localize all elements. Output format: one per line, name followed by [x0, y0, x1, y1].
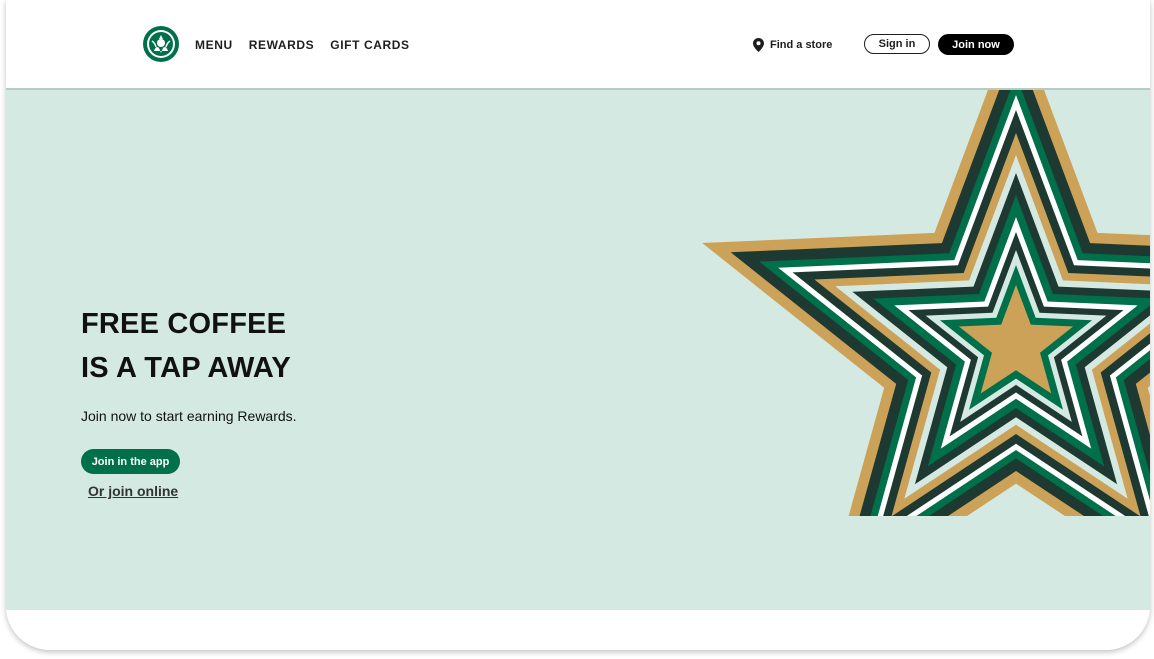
join-now-button[interactable]: Join now	[938, 34, 1014, 55]
footer-strip	[6, 610, 1150, 650]
rewards-hero: FREE COFFEE IS A TAP AWAY Join now to st…	[6, 90, 1150, 610]
main-nav: MENU REWARDS GIFT CARDS	[195, 38, 410, 52]
nav-gift-cards[interactable]: GIFT CARDS	[330, 38, 409, 52]
join-in-app-button[interactable]: Join in the app	[81, 449, 180, 474]
location-pin-icon	[753, 38, 764, 52]
concentric-star-art	[702, 90, 1150, 516]
nav-menu[interactable]: MENU	[195, 38, 233, 52]
hero-subtitle: Join now to start earning Rewards.	[81, 408, 297, 424]
hero-title-line1: FREE COFFEE	[81, 308, 287, 340]
find-store-label: Find a store	[770, 39, 833, 51]
site-header: MENU REWARDS GIFT CARDS Find a store Sig…	[6, 0, 1150, 90]
browser-window: MENU REWARDS GIFT CARDS Find a store Sig…	[6, 0, 1150, 650]
nav-rewards[interactable]: REWARDS	[249, 38, 315, 52]
hero-title: FREE COFFEE IS A TAP AWAY	[81, 302, 291, 390]
starbucks-logo[interactable]	[143, 26, 179, 62]
find-store-link[interactable]: Find a store	[753, 38, 832, 52]
siren-icon	[147, 30, 175, 58]
hero-title-line2: IS A TAP AWAY	[81, 352, 291, 384]
join-online-link[interactable]: Or join online	[88, 483, 178, 499]
sign-in-button[interactable]: Sign in	[864, 34, 930, 54]
